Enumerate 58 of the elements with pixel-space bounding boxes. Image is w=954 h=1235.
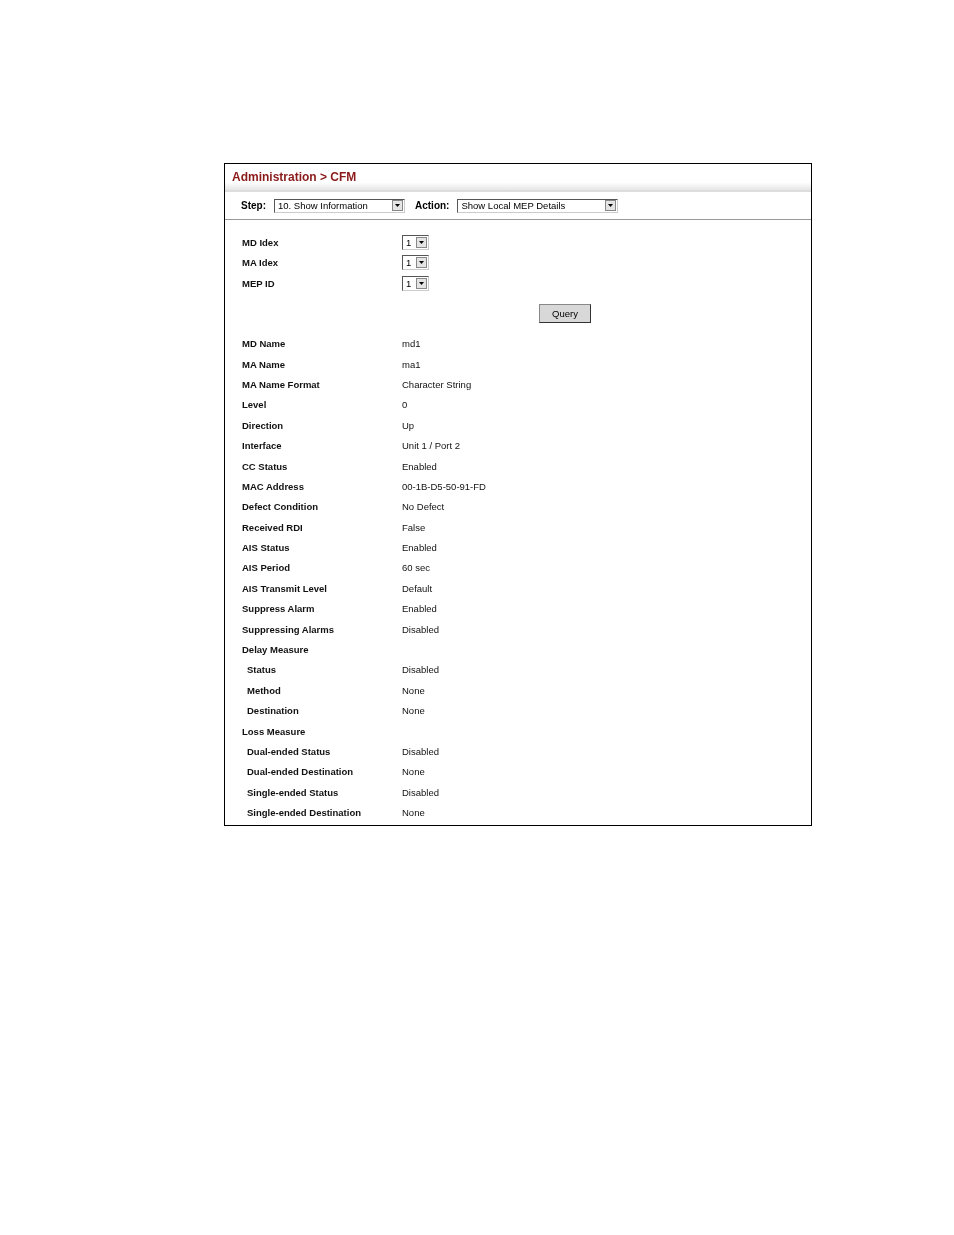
field-label: Direction	[242, 419, 285, 431]
step-dropdown[interactable]: 10. Show Information	[274, 198, 405, 213]
field-value: Disabled	[402, 746, 439, 757]
index-dropdown[interactable]: 1	[402, 234, 429, 250]
field-label: MD Idex	[242, 236, 280, 248]
field-label: Defect Condition	[242, 501, 319, 513]
field-label: Loss Measure	[242, 725, 307, 737]
field-value: Default	[402, 582, 433, 594]
field-value: Unit 1 / Port 2	[402, 440, 461, 452]
field-label: Suppress Alarm	[242, 603, 316, 615]
field-value: ma1	[402, 358, 421, 370]
field-value: Disabled	[402, 623, 439, 635]
index-dropdown[interactable]: 1	[402, 275, 429, 291]
field-label: MA Name Format	[242, 378, 321, 390]
field-label: MAC Address	[242, 480, 305, 492]
field-label: MA Name	[242, 358, 286, 370]
field-value: False	[402, 521, 426, 533]
field-value: Disabled	[402, 664, 439, 676]
field-value: 00-1B-D5-50-91-FD	[402, 480, 486, 492]
field-value: None	[402, 766, 425, 778]
field-label: CC Status	[242, 460, 289, 472]
query-button[interactable]: Query	[539, 304, 591, 323]
index-dropdown[interactable]: 1	[402, 255, 429, 271]
field-label: Dual-ended Status	[246, 746, 332, 757]
action-label: Action:	[415, 200, 450, 211]
field-label: Destination	[246, 705, 300, 717]
field-label: Status	[246, 664, 278, 676]
field-value: 0	[402, 399, 408, 411]
field-value: Enabled	[402, 460, 437, 472]
action-dropdown[interactable]: Show Local MEP Details	[457, 198, 619, 213]
field-label: Dual-ended Destination	[246, 766, 355, 778]
step-label: Step:	[241, 200, 266, 211]
field-value: No Defect	[402, 501, 445, 513]
field-label: Suppressing Alarms	[242, 623, 336, 635]
field-value: None	[402, 684, 425, 696]
field-value: Up	[402, 419, 415, 431]
field-label: Delay Measure	[242, 644, 310, 656]
field-label: MD Name	[242, 338, 287, 350]
field-value: Character String	[402, 378, 472, 390]
field-label: Received RDI	[242, 521, 304, 533]
field-label: Method	[246, 684, 282, 696]
field-label: Single-ended Destination	[246, 807, 362, 819]
breadcrumb-title: Administration > CFM	[232, 170, 357, 184]
field-label: AIS Transmit Level	[242, 582, 328, 594]
field-label: MEP ID	[242, 277, 276, 289]
field-value: Enabled	[402, 542, 437, 554]
field-label: AIS Status	[242, 542, 291, 554]
field-value: md1	[402, 338, 421, 350]
field-label: AIS Period	[242, 562, 292, 574]
field-value: Enabled	[402, 603, 437, 615]
field-label: Interface	[242, 440, 283, 452]
field-value: 60 sec	[402, 562, 430, 574]
field-value: None	[402, 705, 425, 717]
field-label: Level	[242, 399, 268, 411]
field-value: None	[402, 807, 425, 819]
field-label: Single-ended Status	[246, 786, 340, 798]
field-label: MA Idex	[242, 257, 280, 269]
field-value: Disabled	[402, 786, 439, 798]
